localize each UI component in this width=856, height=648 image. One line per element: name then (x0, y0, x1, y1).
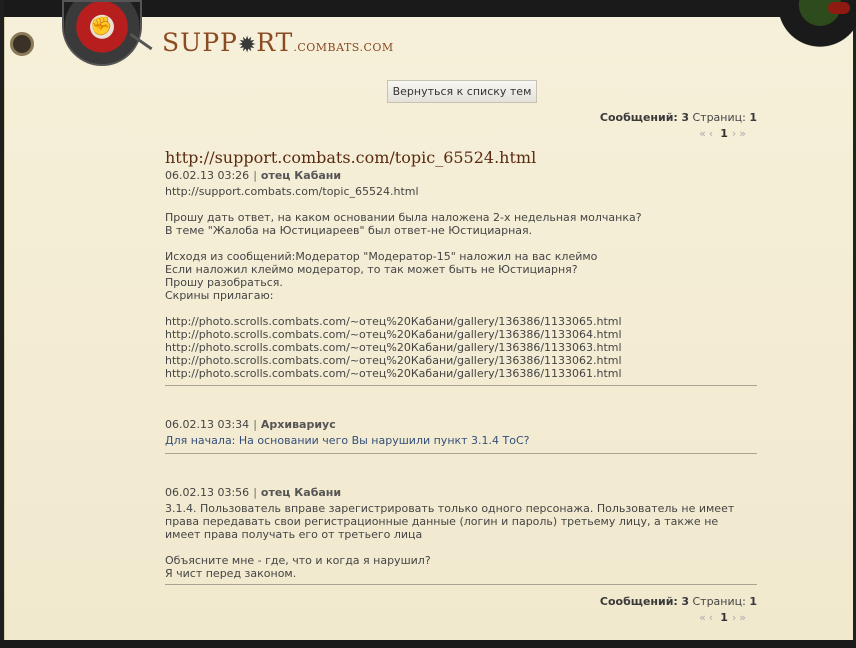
corner-ornament-icon (766, 0, 856, 48)
messages-label: Сообщений: (599, 111, 678, 124)
pager-prev-icon[interactable]: ‹ (709, 611, 716, 624)
pager-bottom: «‹ 1 ›» (699, 611, 749, 624)
post-meta: 06.02.13 03:56 | отец Кабани (165, 486, 757, 501)
post-date: 06.02.13 03:56 (165, 486, 250, 499)
post-item: 06.02.13 03:26 | отец Кабани http://suppor… (165, 169, 757, 380)
messages-count: 3 (681, 595, 689, 608)
pager-first-icon[interactable]: « (699, 127, 709, 140)
meta-separator: | (253, 486, 257, 499)
post-body: http://support.combats.com/topic_65524.h… (165, 185, 642, 380)
gear-ornament-icon (10, 32, 34, 56)
pages-label: Страниц: (692, 595, 746, 608)
post-author[interactable]: Архивариус (261, 418, 336, 431)
pager-top: «‹ 1 ›» (699, 127, 749, 140)
meta-separator: | (253, 418, 257, 431)
window-left-frame (0, 0, 4, 648)
post-divider (165, 584, 757, 585)
site-title-suffix: RT (256, 28, 294, 57)
window-bottom-frame (0, 640, 856, 648)
topic-stats-top: Сообщений: 3 Страниц: 1 (600, 111, 757, 124)
post-body: Для начала: На основании чего Вы нарушил… (165, 434, 530, 447)
post-author[interactable]: отец Кабани (261, 486, 341, 499)
pager-current-page[interactable]: 1 (720, 127, 728, 140)
topic-title: http://support.combats.com/topic_65524.h… (165, 148, 537, 167)
pages-label: Страниц: (692, 111, 746, 124)
pages-count: 1 (749, 595, 757, 608)
post-date: 06.02.13 03:34 (165, 418, 250, 431)
post-meta: 06.02.13 03:26 | отец Кабани (165, 169, 757, 184)
messages-label: Сообщений: (599, 595, 678, 608)
pager-prev-icon[interactable]: ‹ (709, 127, 716, 140)
pager-current-page[interactable]: 1 (720, 611, 728, 624)
gear-icon: ✹ (237, 33, 257, 58)
topic-stats-bottom: Сообщений: 3 Страниц: 1 (600, 595, 757, 608)
post-item: 06.02.13 03:56 | отец Кабани 3.1.4. Пользо… (165, 486, 757, 580)
pager-last-icon[interactable]: » (739, 611, 749, 624)
messages-count: 3 (681, 111, 689, 124)
back-to-topics-button[interactable]: Вернуться к списку тем (387, 80, 537, 103)
post-author[interactable]: отец Кабани (261, 169, 341, 182)
site-title-prefix: SUPP (162, 28, 238, 57)
pages-count: 1 (749, 111, 757, 124)
pager-first-icon[interactable]: « (699, 611, 709, 624)
site-logo-text[interactable]: SUPP✹RT.COMBATS.COM (162, 28, 394, 58)
post-item: 06.02.13 03:34 | Архивариус Для начала: На… (165, 418, 757, 447)
post-divider (165, 385, 757, 386)
pager-last-icon[interactable]: » (739, 127, 749, 140)
post-divider (165, 453, 757, 454)
post-date: 06.02.13 03:26 (165, 169, 250, 182)
site-domain: .COMBATS.COM (293, 41, 394, 54)
post-body: 3.1.4. Пользователь вправе зарегистриров… (165, 502, 735, 580)
meta-separator: | (253, 169, 257, 182)
post-meta: 06.02.13 03:34 | Архивариус (165, 418, 757, 433)
